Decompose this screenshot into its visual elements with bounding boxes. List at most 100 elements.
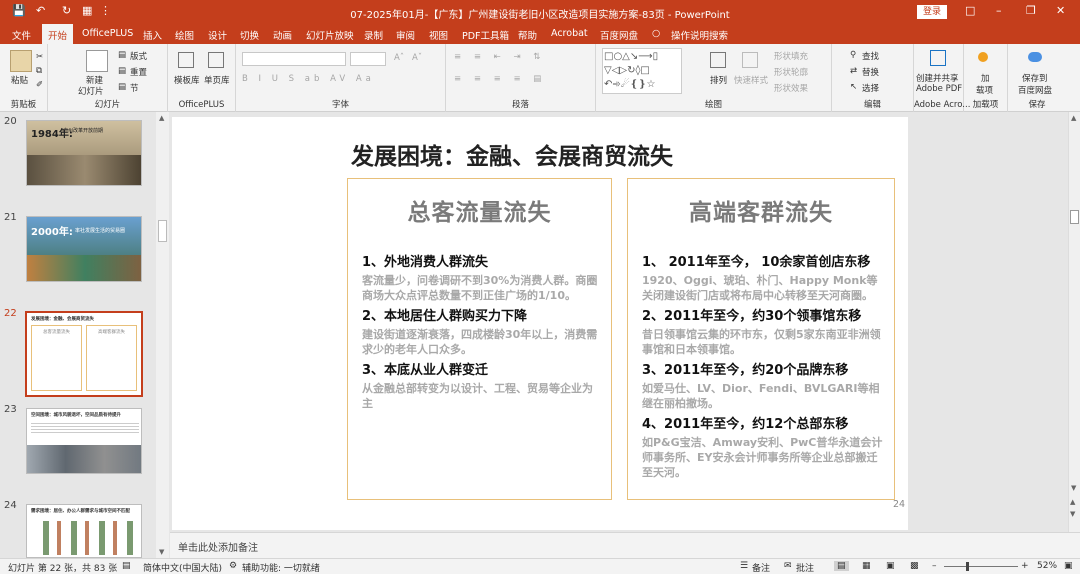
arrange-icon[interactable] bbox=[710, 52, 726, 68]
zoom-slider[interactable] bbox=[944, 566, 1018, 567]
close-icon[interactable]: ✕ bbox=[1056, 4, 1065, 17]
notes-placeholder[interactable]: 单击此处添加备注 bbox=[178, 539, 258, 554]
tab-review[interactable]: 审阅 bbox=[396, 28, 415, 42]
tab-home[interactable]: 开始 bbox=[42, 24, 74, 44]
tab-transitions[interactable]: 切换 bbox=[240, 28, 259, 42]
shape-fill-button[interactable]: 形状填充 bbox=[774, 50, 808, 62]
language-status[interactable]: 简体中文(中国大陆) bbox=[143, 561, 222, 574]
thumbnail-slide-24[interactable]: 需求困境：居住、办公人群需求与城市空间不匹配 bbox=[26, 504, 142, 558]
grow-font-icon[interactable]: Aˆ bbox=[394, 53, 404, 63]
cut-icon[interactable]: ✂ bbox=[36, 52, 43, 62]
template-library-button[interactable]: 模板库 bbox=[174, 74, 200, 86]
tab-file[interactable]: 文件 bbox=[12, 28, 31, 42]
format-painter-icon[interactable]: ✐ bbox=[36, 80, 43, 90]
slide[interactable]: 发展困境：金融、会展商贸流失 总客流量流失 1、外地消费人群流失 客流量少，问卷… bbox=[172, 117, 908, 530]
search-tell-me[interactable]: 操作说明搜索 bbox=[671, 28, 728, 42]
shrink-font-icon[interactable]: Aˇ bbox=[412, 53, 422, 63]
tab-baidu[interactable]: 百度网盘 bbox=[600, 28, 638, 42]
font-size-dropdown[interactable] bbox=[350, 52, 386, 66]
reading-view-icon[interactable]: ▣ bbox=[886, 561, 895, 571]
thumbnail-slide-20[interactable]: 1984年: 广州改革开放前期 bbox=[26, 120, 142, 186]
zoom-slider-thumb[interactable] bbox=[966, 562, 969, 571]
addins-button[interactable]: 加 bbox=[981, 72, 990, 84]
spellcheck-icon[interactable]: ▤ bbox=[122, 561, 131, 571]
zoom-in-icon[interactable]: + bbox=[1021, 561, 1029, 571]
baidu-cloud-icon[interactable] bbox=[1028, 52, 1042, 62]
slide-title[interactable]: 发展困境：金融、会展商贸流失 bbox=[351, 137, 673, 171]
prev-slide-icon[interactable]: ▲ bbox=[1070, 498, 1075, 506]
thumbnail-slide-22[interactable]: 发展困境：金融、会展商贸流失 总客流量流失 高端客群流失 bbox=[25, 311, 143, 397]
reset-icon[interactable]: ▤ bbox=[118, 66, 126, 76]
layout-button[interactable]: 版式 bbox=[130, 50, 147, 62]
list-icons[interactable]: ≡ ≡ ⇤ ⇥ ⇅ bbox=[454, 52, 545, 62]
thumbnail-slide-21[interactable]: 2000年: 率社发展生活的贸易圈 bbox=[26, 216, 142, 282]
single-page-button[interactable]: 单页库 bbox=[204, 74, 230, 86]
thumbnail-slide-23[interactable]: 空间困境：城市风貌退坏，空间品质有待提升 bbox=[26, 408, 142, 474]
tab-view[interactable]: 视图 bbox=[429, 28, 448, 42]
single-page-icon[interactable] bbox=[208, 52, 224, 68]
tab-officeplus[interactable]: OfficePLUS bbox=[82, 28, 133, 39]
accessibility-icon[interactable]: ⚙ bbox=[229, 561, 237, 571]
quick-style-icon[interactable] bbox=[742, 52, 758, 68]
create-pdf-button[interactable]: 创建并共享 bbox=[916, 72, 959, 84]
select-button[interactable]: 选择 bbox=[862, 82, 879, 94]
addins-icon[interactable] bbox=[978, 52, 988, 62]
accessibility-status[interactable]: 辅助功能: 一切就绪 bbox=[242, 561, 320, 574]
replace-icon[interactable]: ⇄ bbox=[850, 66, 857, 76]
ribbon-display-icon[interactable]: □ bbox=[965, 4, 975, 17]
tab-record[interactable]: 录制 bbox=[364, 28, 383, 42]
maximize-icon[interactable]: ❐ bbox=[1026, 4, 1036, 17]
canvas-scroll-up-icon[interactable]: ▲ bbox=[1071, 114, 1076, 122]
tab-pdf-tools[interactable]: PDF工具箱 bbox=[462, 28, 509, 42]
find-icon[interactable]: ⚲ bbox=[850, 50, 856, 60]
canvas-scrollbar[interactable]: ▲ ▼ ▲ ▼ bbox=[1068, 112, 1080, 532]
tab-design[interactable]: 设计 bbox=[208, 28, 227, 42]
notes-pane[interactable]: 单击此处添加备注 bbox=[170, 532, 1080, 558]
tab-acrobat[interactable]: Acrobat bbox=[551, 28, 588, 39]
slideshow-icon[interactable]: ▩ bbox=[910, 561, 919, 571]
notes-button[interactable]: 备注 bbox=[752, 561, 770, 574]
comments-icon[interactable]: ✉ bbox=[784, 561, 792, 571]
reset-button[interactable]: 重置 bbox=[130, 66, 147, 78]
scroll-up-icon[interactable]: ▲ bbox=[159, 114, 164, 122]
template-library-icon[interactable] bbox=[178, 52, 194, 68]
paste-icon[interactable] bbox=[10, 50, 32, 72]
fit-slide-icon[interactable]: ▣ bbox=[1064, 561, 1073, 571]
section-icon[interactable]: ▤ bbox=[118, 82, 126, 92]
select-icon[interactable]: ↖ bbox=[850, 82, 857, 92]
save-to-baidu-button[interactable]: 保存到 bbox=[1022, 72, 1048, 84]
arrange-button[interactable]: 排列 bbox=[710, 74, 727, 86]
login-button[interactable]: 登录 bbox=[917, 5, 947, 19]
notes-icon[interactable]: ☰ bbox=[740, 561, 748, 571]
zoom-out-icon[interactable]: – bbox=[932, 561, 937, 571]
quick-style-button[interactable]: 快速样式 bbox=[734, 74, 768, 86]
tab-insert[interactable]: 插入 bbox=[143, 28, 162, 42]
thumbnail-scroll-thumb[interactable] bbox=[158, 220, 167, 242]
zoom-level[interactable]: 52% bbox=[1037, 561, 1057, 571]
left-panel[interactable]: 总客流量流失 1、外地消费人群流失 客流量少，问卷调研不到30%为消费人群。商圈… bbox=[347, 178, 612, 500]
layout-icon[interactable]: ▤ bbox=[118, 50, 126, 60]
tab-help[interactable]: 帮助 bbox=[518, 28, 537, 42]
minimize-icon[interactable]: – bbox=[996, 4, 1002, 17]
normal-view-icon[interactable]: ▤ bbox=[834, 561, 849, 571]
shapes-gallery[interactable]: □○△↘⟶▯ ▽◁▷↻◊□ ↶➾☄❴❵☆ bbox=[602, 48, 682, 94]
section-button[interactable]: 节 bbox=[130, 82, 139, 94]
align-icons[interactable]: ≡ ≡ ≡ ≡ ▤ bbox=[454, 74, 546, 84]
slide-sorter-icon[interactable]: ▦ bbox=[862, 561, 871, 571]
tab-draw[interactable]: 绘图 bbox=[175, 28, 194, 42]
font-style-icons[interactable]: B I U S ab AV Aa bbox=[242, 74, 375, 84]
tab-slideshow[interactable]: 幻灯片放映 bbox=[306, 28, 354, 42]
new-slide-icon[interactable] bbox=[86, 50, 108, 72]
adobe-pdf-icon[interactable] bbox=[930, 50, 946, 66]
font-family-dropdown[interactable] bbox=[242, 52, 346, 66]
canvas-scroll-down-icon[interactable]: ▼ bbox=[1071, 484, 1076, 492]
copy-icon[interactable]: ⧉ bbox=[36, 66, 42, 76]
find-button[interactable]: 查找 bbox=[862, 50, 879, 62]
tab-animations[interactable]: 动画 bbox=[273, 28, 292, 42]
shape-effect-button[interactable]: 形状效果 bbox=[774, 82, 808, 94]
paste-button[interactable]: 粘贴 bbox=[11, 74, 28, 86]
scroll-down-icon[interactable]: ▼ bbox=[159, 548, 164, 556]
comments-button[interactable]: 批注 bbox=[796, 561, 814, 574]
thumbnail-scrollbar[interactable]: ▲ ▼ bbox=[156, 112, 169, 558]
right-panel[interactable]: 高端客群流失 1、 2011年至今， 10余家首创店东移 1920、Oggi、琥… bbox=[627, 178, 895, 500]
